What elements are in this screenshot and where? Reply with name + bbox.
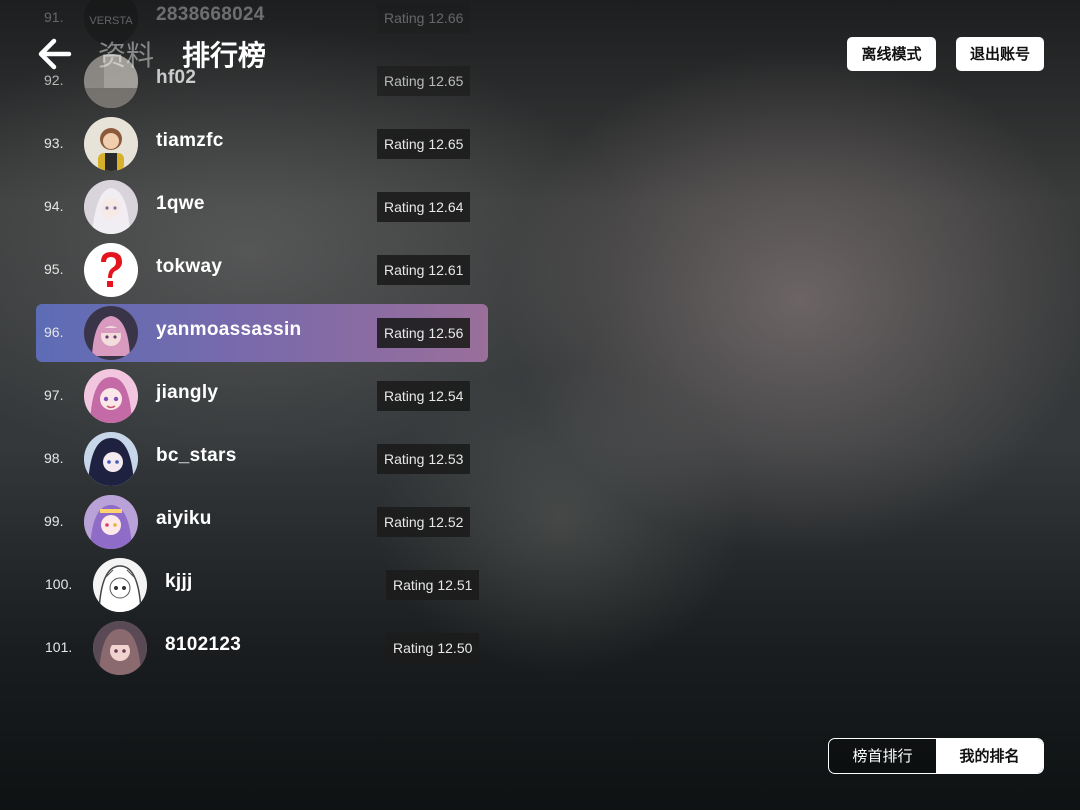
tab-info[interactable]: 资料: [98, 34, 154, 74]
leaderboard-row[interactable]: 99. aiyiku Rating 12.52: [36, 493, 488, 551]
leaderboard-row[interactable]: 93. tiamzfc Rating 12.65: [36, 115, 488, 173]
username: bc_stars: [156, 445, 237, 466]
rank-number: 101.: [45, 639, 73, 655]
leaderboard-row[interactable]: 97. jiangly Rating 12.54: [36, 367, 488, 425]
rating-badge: Rating 12.51: [386, 570, 480, 600]
tab-leaderboard[interactable]: 排行榜: [182, 34, 266, 74]
rating-badge: Rating 12.53: [377, 444, 471, 474]
user-avatar[interactable]: [84, 369, 138, 423]
user-avatar[interactable]: [93, 621, 147, 675]
rank-number: 96.: [44, 324, 64, 340]
user-avatar[interactable]: [84, 432, 138, 486]
rating-badge: Rating 12.52: [377, 507, 471, 537]
leaderboard-row[interactable]: 98. bc_stars Rating 12.53: [36, 430, 488, 488]
rating-badge: Rating 12.65: [377, 129, 471, 159]
rank-number: 98.: [44, 450, 64, 466]
question-mark-avatar[interactable]: [84, 243, 138, 297]
username: aiyiku: [156, 508, 212, 529]
my-ranking-tab[interactable]: 我的排名: [936, 739, 1043, 773]
leaderboard-list[interactable]: 91. VERSTA 2838668024 Rating 12.66 92. h…: [0, 0, 520, 810]
top-ranking-tab[interactable]: 榜首排行: [829, 739, 936, 773]
rank-number: 94.: [44, 198, 64, 214]
user-avatar[interactable]: [84, 306, 138, 360]
rank-number: 92.: [44, 72, 64, 88]
leaderboard-row[interactable]: 101. 8102123 Rating 12.50: [36, 619, 488, 677]
avatar-logo-text: VERSTA: [89, 15, 133, 27]
rating-badge: Rating 12.64: [377, 192, 471, 222]
username: tiamzfc: [156, 130, 224, 151]
rating-badge: Rating 12.54: [377, 381, 471, 411]
logout-button[interactable]: 退出账号: [956, 37, 1044, 71]
user-avatar[interactable]: [93, 558, 147, 612]
rank-number: 95.: [44, 261, 64, 277]
rating-badge: Rating 12.61: [377, 255, 471, 285]
ranking-segment-control[interactable]: 榜首排行 我的排名: [828, 738, 1044, 774]
rank-number: 100.: [45, 576, 73, 592]
rating-badge: Rating 12.66: [377, 3, 471, 33]
rating-badge: Rating 12.50: [386, 633, 480, 663]
username: tokway: [156, 256, 223, 277]
rank-number: 91.: [44, 9, 64, 25]
user-avatar[interactable]: [84, 495, 138, 549]
username: kjjj: [165, 571, 193, 592]
arrow-left-icon[interactable]: [38, 38, 72, 70]
leaderboard-row[interactable]: 95. tokway Rating 12.61: [36, 241, 488, 299]
username: yanmoassassin: [156, 319, 302, 340]
leaderboard-row-current-user[interactable]: 96. yanmoassassin Rating 12.56: [36, 304, 488, 362]
leaderboard-row[interactable]: 100. kjjj Rating 12.51: [36, 556, 488, 614]
rating-badge: Rating 12.56: [377, 318, 471, 348]
username: 1qwe: [156, 193, 205, 214]
leaderboard-row[interactable]: 94. 1qwe Rating 12.64: [36, 178, 488, 236]
rank-number: 97.: [44, 387, 64, 403]
rank-number: 93.: [44, 135, 64, 151]
user-avatar[interactable]: [84, 117, 138, 171]
username: jiangly: [156, 382, 219, 403]
username: 8102123: [165, 634, 242, 655]
rank-number: 99.: [44, 513, 64, 529]
username: 2838668024: [156, 4, 265, 25]
offline-mode-button[interactable]: 离线模式: [847, 37, 936, 71]
rating-badge: Rating 12.65: [377, 66, 471, 96]
user-avatar[interactable]: [84, 180, 138, 234]
